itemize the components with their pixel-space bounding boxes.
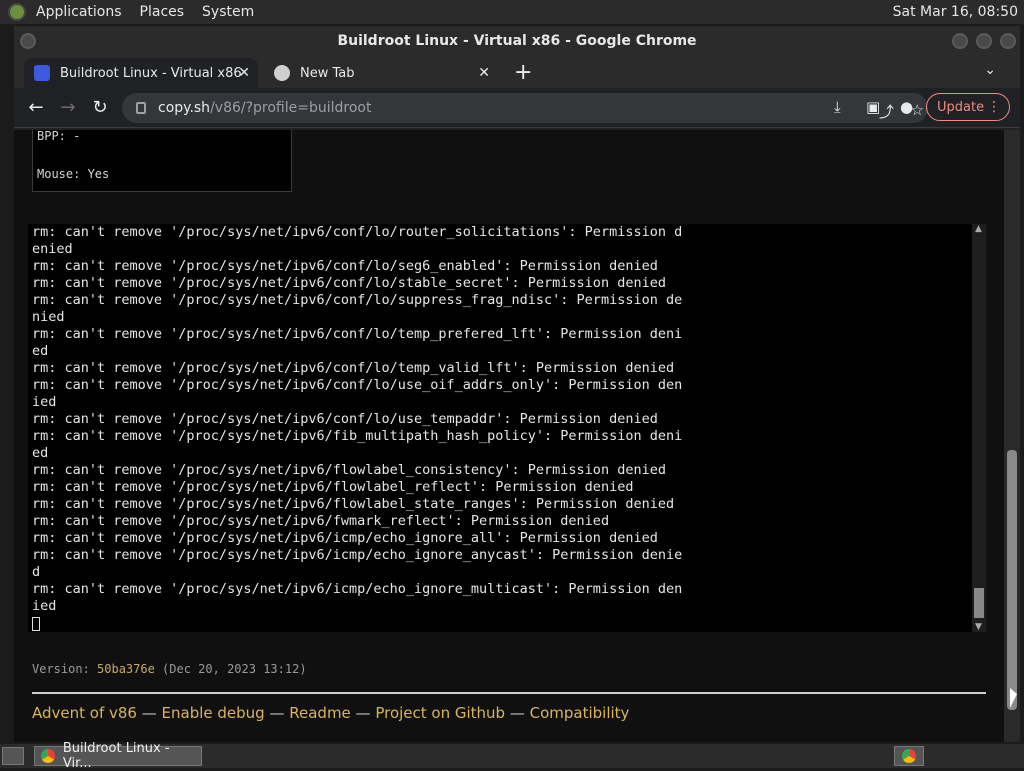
address-bar[interactable]: copy.sh /v86/?profile=buildroot ⤴ ☆ [122, 93, 928, 123]
v86-favicon-icon [34, 65, 50, 81]
vm-info-panel: BPP: - Mouse: Yes [32, 130, 292, 192]
link-compatibility[interactable]: Compatibility [530, 704, 630, 722]
close-window-icon[interactable] [1000, 33, 1016, 49]
window-titlebar[interactable]: Buildroot Linux - Virtual x86 - Google C… [14, 26, 1020, 56]
taskbar: Buildroot Linux - Vir... [0, 741, 1024, 771]
terminal-line: ed [32, 445, 49, 461]
back-button[interactable]: ← [20, 92, 52, 124]
link-enable-debug[interactable]: Enable debug [162, 704, 265, 722]
url-path: /v86/?profile=buildroot [210, 100, 372, 116]
clock[interactable]: Sat Mar 16, 08:50 [893, 4, 1018, 20]
terminal-line: nied [32, 309, 65, 325]
serial-terminal[interactable]: rm: can't remove '/proc/sys/net/ipv6/con… [28, 224, 986, 632]
tab-label: New Tab [300, 65, 355, 81]
bpp-info: BPP: - [37, 130, 81, 143]
chrome-favicon-icon [274, 65, 290, 81]
terminal-line: rm: can't remove '/proc/sys/net/ipv6/con… [32, 326, 683, 342]
terminal-line: ied [32, 598, 57, 614]
url-host: copy.sh [158, 100, 211, 116]
menu-applications[interactable]: Applications [36, 4, 122, 20]
lock-icon[interactable] [136, 102, 146, 114]
separator: — [505, 704, 530, 722]
taskbar-item-label: Buildroot Linux - Vir... [62, 741, 170, 771]
footer-divider [32, 692, 986, 694]
footer-links: Advent of v86 — Enable debug — Readme — … [32, 704, 629, 722]
terminal-line: rm: can't remove '/proc/sys/net/ipv6/icm… [32, 547, 683, 563]
forward-button[interactable]: → [52, 92, 84, 124]
terminal-scroll-thumb[interactable] [974, 588, 984, 618]
terminal-line: rm: can't remove '/proc/sys/net/ipv6/con… [32, 292, 683, 308]
distro-logo-icon[interactable] [8, 3, 26, 21]
link-project-on-github[interactable]: Project on Github [375, 704, 505, 722]
terminal-line: rm: can't remove '/proc/sys/net/ipv6/con… [32, 224, 683, 240]
tab-buildroot[interactable]: Buildroot Linux - Virtual x86 ✕ [24, 58, 258, 88]
top-panel: Applications Places System Sat Mar 16, 0… [0, 0, 1024, 24]
terminal-line: rm: can't remove '/proc/sys/net/ipv6/con… [32, 411, 658, 427]
terminal-line: rm: can't remove '/proc/sys/net/ipv6/fwm… [32, 513, 610, 529]
separator: — [136, 704, 162, 722]
terminal-line: rm: can't remove '/proc/sys/net/ipv6/con… [32, 258, 658, 274]
terminal-line: rm: can't remove '/proc/sys/net/ipv6/flo… [32, 462, 666, 478]
maximize-icon[interactable] [976, 33, 992, 49]
tab-strip: Buildroot Linux - Virtual x86 ✕ New Tab … [14, 56, 1020, 88]
separator: — [264, 704, 290, 722]
page-scroll-thumb[interactable] [1007, 450, 1017, 710]
update-button[interactable]: Update ⋮ [926, 93, 1010, 121]
update-label: Update [937, 99, 985, 115]
taskbar-item-chrome[interactable]: Buildroot Linux - Vir... [34, 741, 202, 771]
close-tab-icon[interactable]: ✕ [478, 65, 490, 81]
profile-avatar-icon[interactable]: ● [900, 98, 913, 116]
menu-system[interactable]: System [202, 4, 254, 20]
browser-window: Buildroot Linux - Virtual x86 - Google C… [14, 26, 1020, 742]
show-desktop-icon[interactable] [2, 747, 24, 765]
window-title: Buildroot Linux - Virtual x86 - Google C… [337, 33, 697, 49]
browser-menu-icon[interactable]: ⋮ [987, 99, 1001, 115]
chrome-icon [902, 749, 916, 763]
scroll-down-arrow-icon[interactable]: ▼ [975, 622, 982, 632]
version-date: (Dec 20, 2023 13:12) [154, 662, 307, 676]
version-hash-link[interactable]: 50ba376e [97, 662, 155, 676]
terminal-scrollbar[interactable]: ▲ ▼ [972, 224, 986, 632]
page-content: BPP: - Mouse: Yes rm: can't remove '/pro… [14, 130, 1004, 742]
terminal-line: enied [32, 241, 73, 257]
window-menu-icon[interactable] [20, 33, 36, 49]
separator: — [350, 704, 376, 722]
terminal-line: rm: can't remove '/proc/sys/net/ipv6/flo… [32, 479, 634, 495]
terminal-line: rm: can't remove '/proc/sys/net/ipv6/con… [32, 377, 683, 393]
tab-label: Buildroot Linux - Virtual x86 [60, 65, 242, 81]
download-icon[interactable]: ⤓ [834, 98, 841, 116]
tray-chrome-button[interactable] [894, 746, 924, 766]
terminal-line: rm: can't remove '/proc/sys/net/ipv6/icm… [32, 530, 658, 546]
terminal-line: ed [32, 343, 49, 359]
terminal-line: rm: can't remove '/proc/sys/net/ipv6/con… [32, 275, 666, 291]
terminal-line: rm: can't remove '/proc/sys/net/ipv6/icm… [32, 581, 683, 597]
minimize-icon[interactable] [952, 33, 968, 49]
menu-places[interactable]: Places [140, 4, 185, 20]
new-tab-button[interactable]: + [514, 60, 532, 85]
tab-search-chevron-icon[interactable]: ⌄ [984, 62, 996, 78]
terminal-line: rm: can't remove '/proc/sys/net/ipv6/fib… [32, 428, 683, 444]
version-info: Version: 50ba376e (Dec 20, 2023 13:12) [32, 662, 307, 676]
terminal-line: d [32, 564, 41, 580]
link-advent-of-v86[interactable]: Advent of v86 [32, 704, 137, 722]
version-prefix: Version: [32, 662, 98, 676]
share-icon[interactable]: ⤴ [879, 101, 894, 122]
terminal-line: rm: can't remove '/proc/sys/net/ipv6/con… [32, 360, 675, 376]
terminal-line: rm: can't remove '/proc/sys/net/ipv6/flo… [32, 496, 675, 512]
link-readme[interactable]: Readme [289, 704, 351, 722]
reload-button[interactable]: ↻ [84, 92, 116, 124]
terminal-line: ied [32, 394, 57, 410]
terminal-output: rm: can't remove '/proc/sys/net/ipv6/con… [32, 224, 982, 615]
close-tab-icon[interactable]: ✕ [238, 65, 250, 81]
page-scrollbar[interactable] [1004, 130, 1020, 742]
tab-new-tab[interactable]: New Tab ✕ [264, 58, 498, 88]
terminal-cursor [32, 617, 40, 631]
side-panel-icon[interactable]: ▣ [866, 98, 880, 116]
mouse-info: Mouse: Yes [37, 167, 110, 181]
browser-toolbar: ← → ↻ copy.sh /v86/?profile=buildroot ⤴ … [14, 88, 1020, 128]
scroll-up-arrow-icon[interactable]: ▲ [975, 224, 982, 234]
chrome-icon [41, 749, 55, 763]
mouse-pointer-icon [1010, 688, 1017, 708]
